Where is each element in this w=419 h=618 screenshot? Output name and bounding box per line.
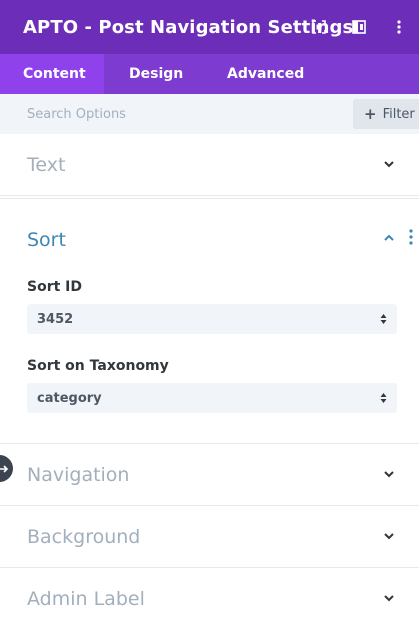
filter-label: Filter — [382, 106, 415, 122]
more-vertical-icon[interactable] — [389, 17, 409, 37]
section-admin-label[interactable]: Admin Label — [0, 568, 419, 618]
plus-icon: + — [364, 104, 377, 123]
section-title: Sort — [27, 229, 66, 251]
tab-design[interactable]: Design — [104, 54, 200, 94]
section-title: Navigation — [27, 463, 130, 486]
select-arrows-icon — [380, 314, 387, 324]
sort-fields: Sort ID 3452 Sort on Taxonomy category — [0, 279, 419, 443]
arrow-right-icon — [0, 464, 9, 473]
split-view-icon[interactable] — [349, 17, 369, 37]
settings-tabs: Content Design Advanced — [0, 54, 419, 94]
section-navigation[interactable]: Navigation — [0, 444, 419, 506]
sort-id-select[interactable]: 3452 — [27, 304, 397, 334]
chevron-down-icon — [384, 471, 394, 478]
field-label: Sort on Taxonomy — [27, 358, 169, 374]
section-title: Admin Label — [27, 587, 145, 610]
expand-icon[interactable] — [309, 17, 329, 37]
section-background[interactable]: Background — [0, 506, 419, 568]
sort-taxonomy-field: Sort on Taxonomy category — [0, 358, 419, 413]
section-title: Background — [27, 525, 141, 548]
sort-taxonomy-select[interactable]: category — [27, 383, 397, 413]
select-arrows-icon — [380, 393, 387, 403]
modal-title: APTO - Post Navigation Settings — [23, 16, 354, 38]
tab-content[interactable]: Content — [0, 54, 104, 94]
section-title: Text — [27, 153, 66, 176]
modal-header: APTO - Post Navigation Settings — [0, 0, 419, 54]
section-sort: Sort Sort ID 3452 Sort on Taxonomy categ… — [0, 198, 419, 444]
header-actions — [309, 0, 419, 54]
select-value: category — [37, 390, 102, 406]
section-header: Background — [0, 506, 419, 567]
section-header: Navigation — [0, 444, 419, 505]
section-header[interactable]: Sort — [0, 199, 419, 279]
chevron-up-icon[interactable] — [383, 232, 395, 244]
tab-advanced[interactable]: Advanced — [200, 54, 304, 94]
chevron-down-icon — [384, 533, 394, 540]
section-text[interactable]: Text — [0, 134, 419, 196]
chevron-down-icon — [384, 161, 394, 168]
filter-button[interactable]: + Filter — [353, 99, 419, 129]
search-bar: + Filter — [0, 94, 419, 134]
search-input[interactable] — [0, 94, 300, 134]
more-vertical-icon[interactable] — [409, 229, 413, 245]
section-header: Text — [0, 134, 419, 195]
sort-id-field: Sort ID 3452 — [0, 279, 419, 334]
chevron-down-icon — [384, 595, 394, 602]
field-label: Sort ID — [27, 279, 83, 295]
section-header: Admin Label — [0, 568, 419, 618]
select-value: 3452 — [37, 311, 74, 327]
